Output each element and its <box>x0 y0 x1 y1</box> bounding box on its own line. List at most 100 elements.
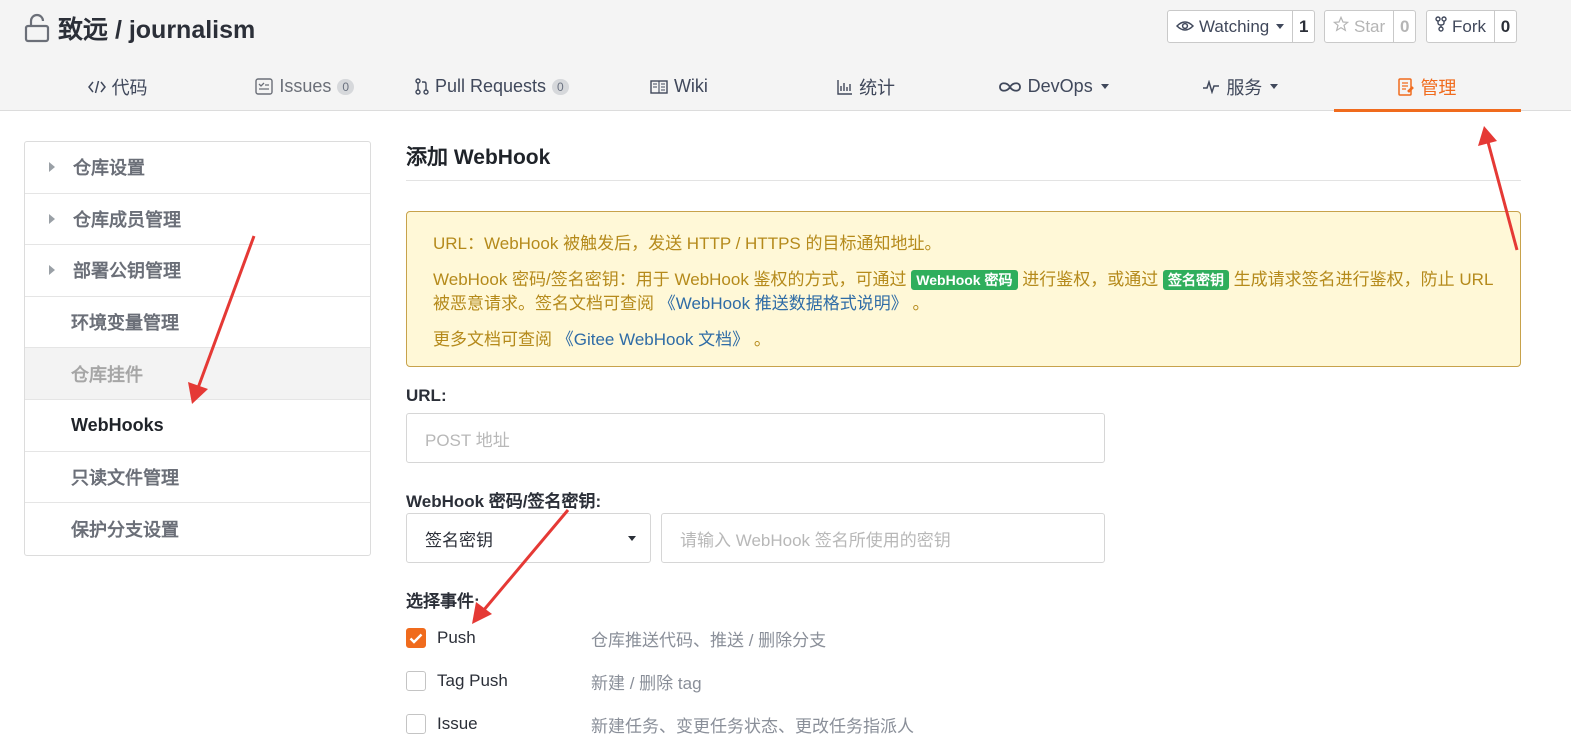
sidebar-item-protected-branches[interactable]: 保护分支设置 <box>25 503 370 555</box>
tag-push-checkbox[interactable] <box>406 671 426 691</box>
star-icon <box>1332 15 1350 37</box>
tab-code[interactable]: 代码 <box>24 62 211 111</box>
repo-title: 致远 / journalism <box>24 10 255 46</box>
secret-label: WebHook 密码/签名密钥: <box>406 492 602 511</box>
fork-button[interactable]: Fork 0 <box>1426 10 1517 43</box>
chevron-down-icon <box>1270 84 1279 89</box>
check-icon <box>409 633 423 644</box>
caret-right-icon <box>49 162 55 173</box>
tab-stats[interactable]: 统计 <box>773 62 960 111</box>
sidebar-item-readonly-files[interactable]: 只读文件管理 <box>25 452 370 504</box>
sidebar-item-label: 仓库设置 <box>73 158 145 179</box>
watch-button[interactable]: Watching 1 <box>1167 10 1316 43</box>
repo-header: 致远 / journalism Watching 1 Star 0 Fork 0… <box>0 0 1571 112</box>
fork-label: Fork <box>1452 16 1486 36</box>
manage-icon <box>1398 77 1415 96</box>
url-label: URL: <box>406 386 447 405</box>
sidebar-item-label: 只读文件管理 <box>71 467 179 488</box>
tab-issues[interactable]: Issues 0 <box>211 62 398 111</box>
sidebar-item-deploy-keys[interactable]: 部署公钥管理 <box>25 245 370 297</box>
caret-right-icon <box>49 265 55 276</box>
secret-type-select[interactable]: 签名密钥 <box>406 513 651 563</box>
sidebar-item-env-vars[interactable]: 环境变量管理 <box>25 297 370 349</box>
secret-type-value: 签名密钥 <box>425 530 493 550</box>
tab-stats-label: 统计 <box>859 77 896 98</box>
tab-wiki[interactable]: Wiki <box>585 62 772 111</box>
secret-input[interactable]: 请输入 WebHook 签名所使用的密钥 <box>661 513 1105 563</box>
event-issue[interactable]: Issue 新建任务、变更任务状态、更改任务指派人 <box>406 714 914 736</box>
tab-devops[interactable]: DevOps <box>960 62 1147 111</box>
notice-text: 进行鉴权，或通过 <box>1017 270 1163 289</box>
lock-icon <box>24 13 50 43</box>
sidebar-item-label: 保护分支设置 <box>71 519 179 540</box>
sidebar-item-label: 部署公钥管理 <box>73 261 181 282</box>
fork-count[interactable]: 0 <box>1494 11 1516 42</box>
sidebar-item-repo-settings[interactable]: 仓库设置 <box>25 142 370 194</box>
settings-sidebar: 仓库设置 仓库成员管理 部署公钥管理 环境变量管理 仓库挂件 WebHooks … <box>24 141 371 556</box>
event-desc: 新建任务、变更任务状态、更改任务指派人 <box>591 716 914 736</box>
format-doc-link[interactable]: 《WebHook 推送数据格式说明》 <box>659 294 908 313</box>
fork-icon <box>1435 16 1447 37</box>
page-title: 添加 WebHook <box>406 141 1521 181</box>
tab-issues-label: Issues <box>279 76 332 96</box>
issues-icon <box>255 78 274 95</box>
notice-docs-text: 更多文档可查阅 《Gitee WebHook 文档》 。 <box>433 328 1494 352</box>
repo-name[interactable]: 致远 / journalism <box>58 10 255 46</box>
star-count[interactable]: 0 <box>1393 11 1415 42</box>
chevron-down-icon <box>1100 84 1109 89</box>
event-push[interactable]: Push 仓库推送代码、推送 / 删除分支 <box>406 628 826 650</box>
tab-manage-label: 管理 <box>1420 77 1457 98</box>
wiki-icon <box>650 79 668 94</box>
infinity-icon <box>998 81 1022 93</box>
event-name: Issue <box>437 714 478 733</box>
sign-key-tag: 签名密钥 <box>1162 270 1229 290</box>
tab-code-label: 代码 <box>111 77 148 98</box>
eye-icon <box>1175 17 1195 37</box>
sidebar-item-label: WebHooks <box>71 414 164 435</box>
star-label: Star <box>1354 16 1386 36</box>
sidebar-item-label: 仓库成员管理 <box>73 209 181 230</box>
event-desc: 仓库推送代码、推送 / 删除分支 <box>591 630 827 650</box>
issues-count-badge: 0 <box>337 78 355 95</box>
event-desc: 新建 / 删除 tag <box>591 673 702 693</box>
tab-manage[interactable]: 管理 <box>1333 62 1522 112</box>
chevron-down-icon <box>628 535 636 541</box>
tab-pull-requests-label: Pull Requests <box>434 76 546 96</box>
tab-pull-requests[interactable]: Pull Requests 0 <box>398 62 585 111</box>
notice-secret-text: WebHook 密码/签名密钥：用于 WebHook 鉴权的方式，可通过 Web… <box>433 268 1494 316</box>
url-input[interactable]: POST 地址 <box>406 413 1105 463</box>
events-label: 选择事件: <box>406 592 480 611</box>
sidebar-item-webhooks[interactable]: WebHooks <box>25 400 370 452</box>
repo-nav-tabs: 代码 Issues 0 Pull Requests 0 Wiki 统计 DevO… <box>24 62 1522 112</box>
event-tag-push[interactable]: Tag Push 新建 / 删除 tag <box>406 671 702 693</box>
watch-count[interactable]: 1 <box>1292 11 1314 42</box>
chart-icon <box>837 79 853 95</box>
event-name: Tag Push <box>437 671 508 690</box>
star-button[interactable]: Star 0 <box>1324 10 1417 43</box>
gitee-webhook-doc-link[interactable]: 《Gitee WebHook 文档》 <box>557 330 749 349</box>
notice-text: 。 <box>749 330 771 349</box>
webhook-help-notice: URL：WebHook 被触发后，发送 HTTP / HTTPS 的目标通知地址… <box>406 211 1521 367</box>
webhook-password-tag: WebHook 密码 <box>911 270 1018 290</box>
pull-request-icon <box>415 78 429 95</box>
event-name: Push <box>437 628 476 647</box>
push-checkbox[interactable] <box>406 628 426 648</box>
watch-label: Watching <box>1199 16 1270 36</box>
issue-checkbox[interactable] <box>406 714 426 734</box>
tab-wiki-label: Wiki <box>673 76 708 96</box>
notice-url-text: URL：WebHook 被触发后，发送 HTTP / HTTPS 的目标通知地址… <box>433 234 942 253</box>
sidebar-item-label: 仓库挂件 <box>71 364 143 385</box>
notice-text: WebHook 密码/签名密钥：用于 WebHook 鉴权的方式，可通过 <box>433 270 912 289</box>
caret-right-icon <box>49 213 55 224</box>
sidebar-item-members[interactable]: 仓库成员管理 <box>25 194 370 246</box>
tab-services-label: 服务 <box>1226 77 1263 98</box>
tab-devops-label: DevOps <box>1027 76 1093 96</box>
sidebar-item-label: 环境变量管理 <box>71 313 179 334</box>
notice-text: 更多文档可查阅 <box>433 330 557 349</box>
tab-services[interactable]: 服务 <box>1147 62 1334 111</box>
sidebar-item-widgets[interactable]: 仓库挂件 <box>25 348 370 400</box>
pulse-icon <box>1202 79 1220 94</box>
code-icon <box>87 79 106 95</box>
pr-count-badge: 0 <box>552 78 569 95</box>
notice-text: 。 <box>907 294 930 313</box>
